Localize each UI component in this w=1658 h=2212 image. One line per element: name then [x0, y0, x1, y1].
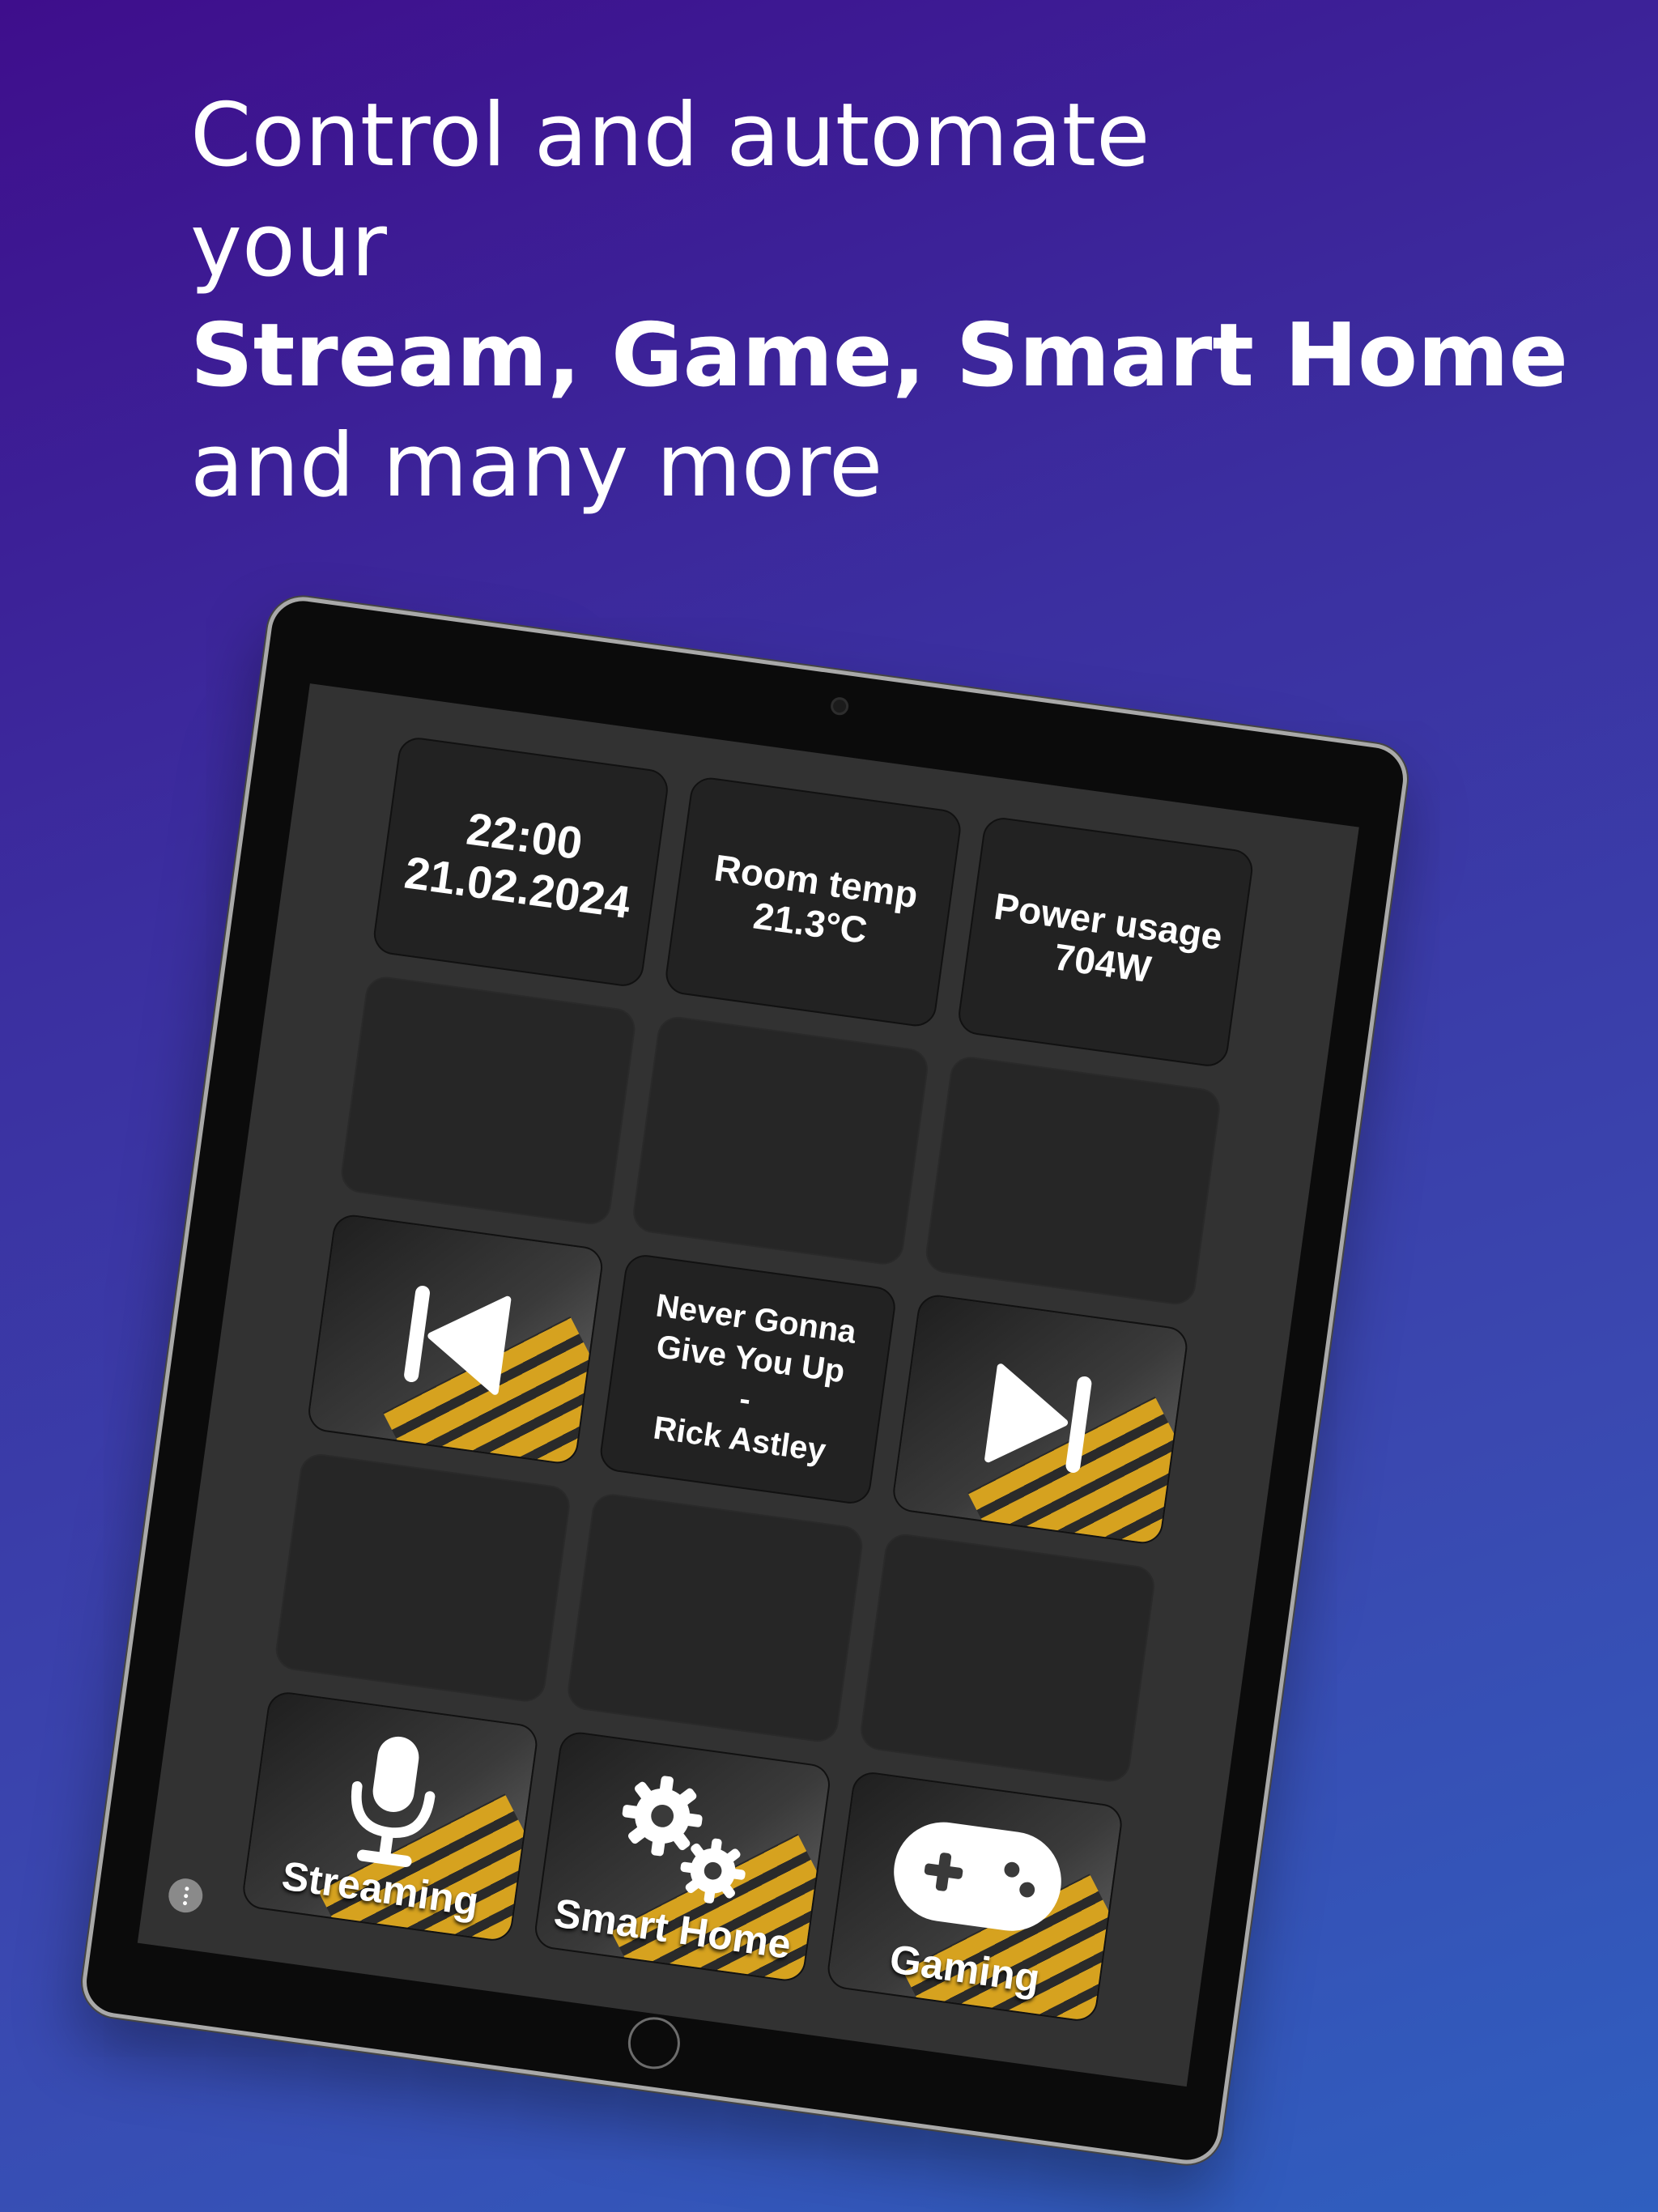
microphone-icon	[351, 1737, 436, 1868]
song-separator: -	[737, 1380, 753, 1418]
more-vertical-icon[interactable]	[166, 1876, 205, 1915]
smart-home-button[interactable]: Smart Home	[533, 1729, 832, 1984]
room-temp-tile[interactable]: Room temp 21.3°C	[663, 775, 963, 1029]
empty-tile[interactable]	[631, 1014, 931, 1268]
empty-tile[interactable]	[857, 1531, 1158, 1785]
clock-tile[interactable]: 22:00 21.02.2024	[371, 734, 671, 989]
empty-tile[interactable]	[923, 1053, 1222, 1308]
next-track-button[interactable]	[890, 1292, 1190, 1546]
headline-line-2: your	[190, 195, 387, 296]
streaming-button[interactable]: Streaming	[240, 1690, 540, 1944]
gaming-button[interactable]: Gaming	[825, 1770, 1124, 2024]
gamepad-icon	[893, 1822, 1061, 1931]
headline-line-4: and many more	[190, 415, 883, 517]
now-playing-tile[interactable]: Never Gonna Give You Up - Rick Astley	[597, 1253, 898, 1506]
headline-line-1: Control and automate	[190, 85, 1150, 186]
headline: Control and automate your Stream, Game, …	[190, 81, 1607, 521]
empty-tile[interactable]	[565, 1491, 865, 1745]
tablet-device: 22:00 21.02.2024 Room temp 21.3°C Power …	[78, 592, 1412, 2169]
empty-tile[interactable]	[338, 973, 639, 1227]
empty-tile[interactable]	[273, 1451, 573, 1705]
menu-dot	[182, 1900, 187, 1905]
camera-icon	[829, 696, 850, 717]
previous-track-button[interactable]	[305, 1212, 606, 1466]
button-grid: 22:00 21.02.2024 Room temp 21.3°C Power …	[240, 734, 1256, 2024]
tablet-screen: 22:00 21.02.2024 Room temp 21.3°C Power …	[137, 683, 1359, 2087]
menu-dot	[183, 1893, 189, 1898]
skip-next-icon	[984, 1363, 1092, 1473]
menu-dot	[184, 1886, 189, 1891]
home-button[interactable]	[624, 2014, 683, 2073]
power-usage-tile[interactable]: Power usage 704W	[955, 815, 1256, 1069]
skip-previous-icon	[404, 1285, 512, 1395]
tablet-frame: 22:00 21.02.2024 Room temp 21.3°C Power …	[78, 592, 1412, 2169]
gaming-label: Gaming	[886, 1936, 1043, 2001]
headline-line-3: Stream, Game, Smart Home	[190, 305, 1568, 406]
gears-icon	[623, 1776, 746, 1904]
